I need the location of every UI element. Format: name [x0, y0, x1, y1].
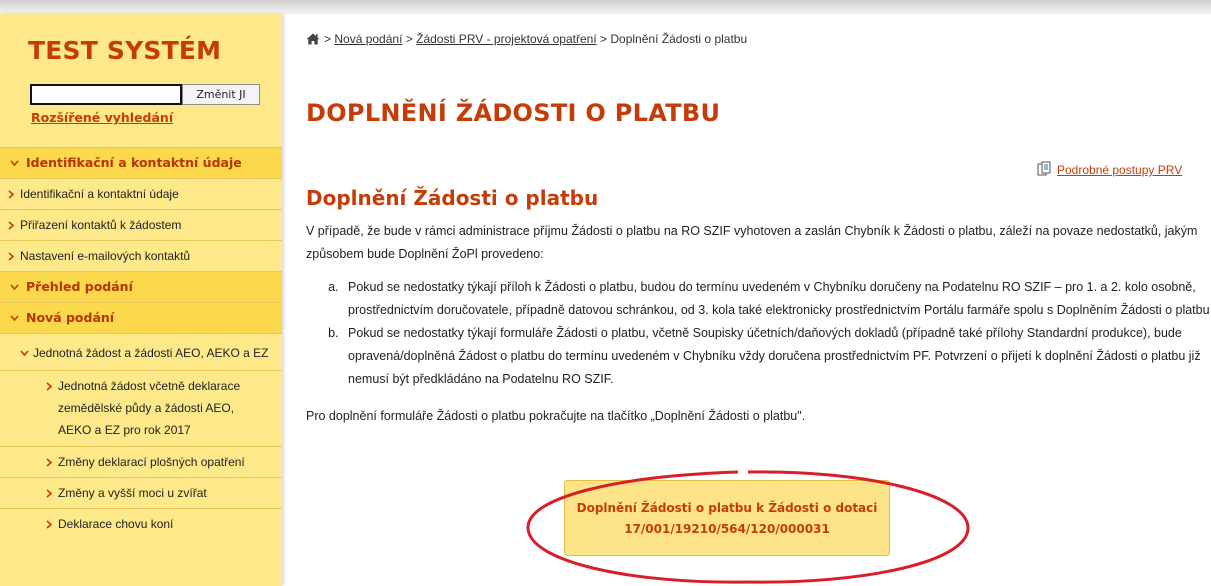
page-title: DOPLNĚNÍ ŽÁDOSTI O PLATBU: [306, 99, 721, 127]
sidebar-item-deklarace-koni[interactable]: Deklarace chovu koní: [0, 508, 282, 539]
list-item: Pokud se nedostatky týkají formuláře Žád…: [342, 322, 1211, 391]
sidebar-item-prirazeni-kontaktu[interactable]: Přiřazení kontaktů k žádostem: [0, 209, 282, 240]
sidebar-item-label: Identifikační a kontaktní údaje: [20, 187, 179, 201]
sidebar-item-label: Přehled podání: [26, 279, 133, 294]
doplneni-zadosti-button[interactable]: Doplnění Žádosti o platbu k Žádosti o do…: [564, 480, 890, 556]
sidebar-item-label: Identifikační a kontaktní údaje: [26, 155, 242, 170]
sidebar-item-jednotna-zadost[interactable]: Jednotná žádost a žádosti AEO, AEKO a EZ: [0, 333, 282, 370]
breadcrumb-separator: >: [405, 32, 413, 46]
sidebar-item-label: Přiřazení kontaktů k žádostem: [20, 218, 182, 232]
sidebar-item-prehled-podani[interactable]: Přehled podání: [0, 271, 282, 302]
sidebar-item-label: Jednotná žádost včetně deklarace zeměděl…: [58, 379, 241, 437]
sidebar-item-label: Deklarace chovu koní: [58, 517, 174, 531]
sidebar-item-jednotna-zadost-2017[interactable]: Jednotná žádost včetně deklarace zeměděl…: [0, 370, 282, 446]
chevron-down-icon: [10, 148, 19, 178]
change-ji-button[interactable]: Změnit JI: [182, 84, 260, 105]
chevron-down-icon: [20, 342, 29, 364]
breadcrumb-link-nova-podani[interactable]: Nová podání: [334, 32, 402, 46]
sidebar-item-nova-podani[interactable]: Nová podání: [0, 302, 282, 333]
conditions-list: Pokud se nedostatky týkají příloh k Žádo…: [306, 276, 1211, 391]
chevron-right-icon: [46, 478, 53, 508]
window-top-edge: [0, 0, 1211, 14]
detail-procedures-link[interactable]: Podrobné postupy PRV: [1037, 161, 1183, 177]
sidebar-item-nastaveni-emailu[interactable]: Nastavení e-mailových kontaktů: [0, 240, 282, 271]
chevron-right-icon: [46, 375, 53, 397]
chevron-right-icon: [46, 447, 53, 477]
content-body: V případě, že bude v rámci administrace …: [306, 220, 1211, 428]
home-icon[interactable]: [306, 33, 320, 48]
sidebar-nav: Identifikační a kontaktní údaje Identifi…: [0, 147, 282, 539]
sidebar-item-identifikacni-section[interactable]: Identifikační a kontaktní údaje: [0, 147, 282, 178]
sidebar-item-zmeny-zvirata[interactable]: Změny a vyšší moci u zvířat: [0, 477, 282, 508]
chevron-right-icon: [46, 509, 53, 539]
advanced-search-link[interactable]: Rozšířené vyhledání: [31, 110, 173, 125]
sidebar-item-label: Nová podání: [26, 310, 115, 325]
breadcrumb-current: Doplnění Žádosti o platbu: [610, 32, 748, 46]
system-title: TEST SYSTÉM: [28, 36, 222, 65]
breadcrumb-separator: >: [600, 32, 608, 46]
chevron-right-icon: [8, 179, 15, 209]
sidebar-item-label: Změny deklarací plošných opatření: [58, 455, 245, 469]
chevron-down-icon: [10, 272, 19, 302]
sidebar-item-label: Nastavení e-mailových kontaktů: [20, 249, 191, 263]
section-title: Doplnění Žádosti o platbu: [306, 186, 599, 210]
document-icon: [1037, 161, 1052, 179]
search-input[interactable]: [30, 84, 182, 105]
chevron-right-icon: [8, 210, 15, 240]
detail-procedures-label: Podrobné postupy PRV: [1057, 163, 1183, 177]
sidebar-item-identifikacni[interactable]: Identifikační a kontaktní údaje: [0, 178, 282, 209]
cta-line-2: 17/001/19210/564/120/000031: [624, 522, 830, 536]
breadcrumb-separator: >: [324, 32, 332, 46]
chevron-down-icon: [10, 303, 19, 333]
sidebar-item-label: Změny a vyšší moci u zvířat: [58, 486, 207, 500]
chevron-right-icon: [8, 241, 15, 271]
sidebar-item-zmeny-deklaraci[interactable]: Změny deklarací plošných opatření: [0, 446, 282, 477]
breadcrumb: > Nová podání > Žádosti PRV - projektová…: [306, 32, 747, 48]
list-item: Pokud se nedostatky týkají příloh k Žádo…: [342, 276, 1211, 322]
outro-paragraph: Pro doplnění formuláře Žádosti o platbu …: [306, 409, 806, 423]
sidebar-item-label: Jednotná žádost a žádosti AEO, AEKO a EZ: [33, 346, 269, 360]
breadcrumb-link-zadosti-prv[interactable]: Žádosti PRV - projektová opatření: [416, 32, 597, 46]
intro-paragraph: V případě, že bude v rámci administrace …: [306, 224, 1198, 261]
sidebar: TEST SYSTÉM Změnit JI Rozšířené vyhledán…: [0, 14, 282, 586]
cta-line-1: Doplnění Žádosti o platbu k Žádosti o do…: [576, 501, 878, 515]
